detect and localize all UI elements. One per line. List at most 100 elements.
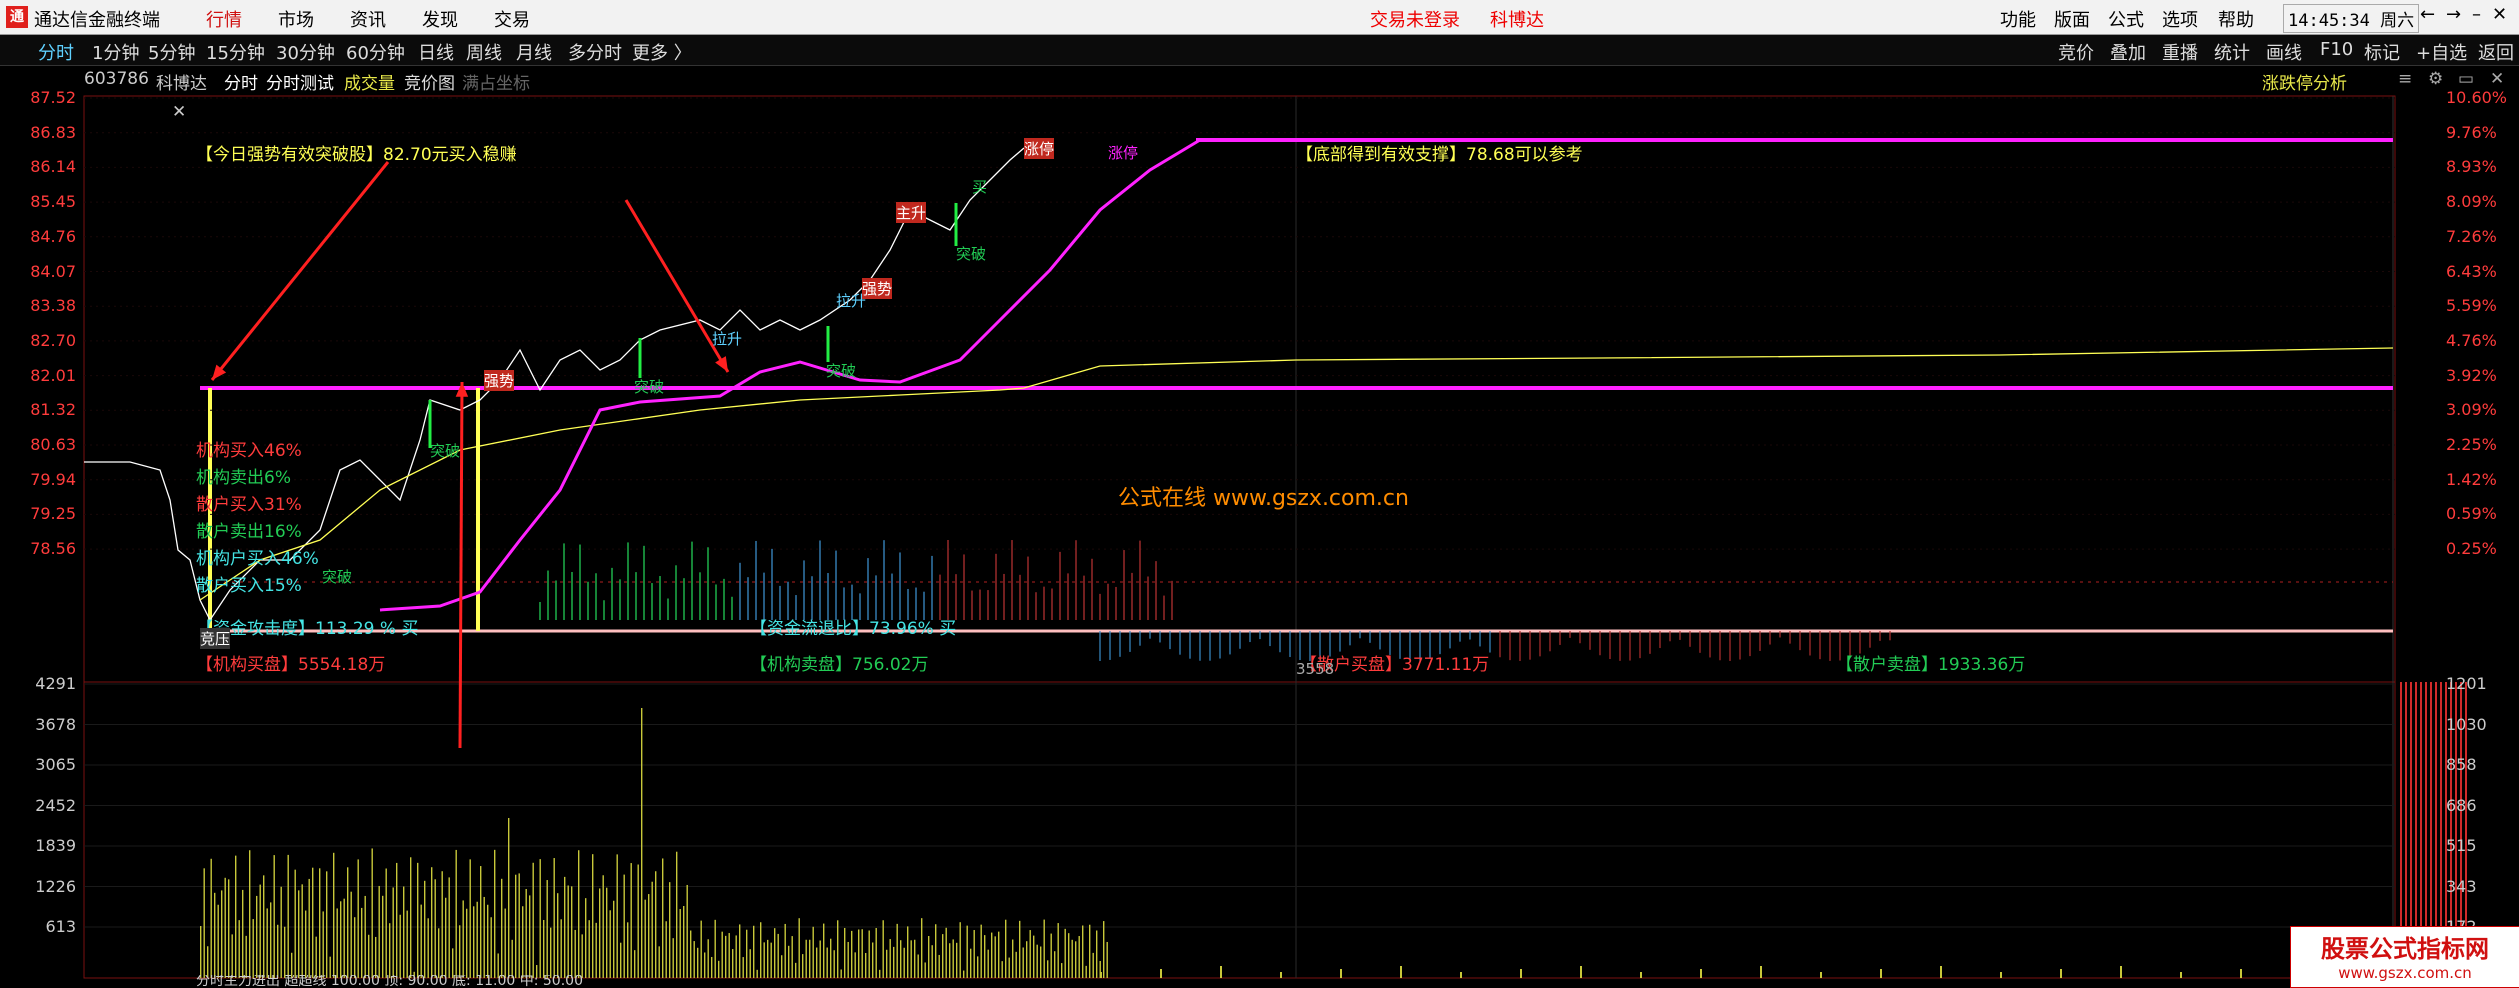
volume-bar — [340, 901, 342, 978]
volume-bar — [399, 914, 401, 978]
inst-net: 机构户买入46% — [196, 549, 319, 569]
volume-bar — [728, 933, 730, 978]
volume-bar — [417, 862, 419, 978]
volume-bar — [1760, 966, 1762, 978]
volume-bar — [560, 919, 562, 978]
volume-bar — [602, 875, 604, 978]
volume-bar — [1520, 969, 1522, 978]
volume-bar — [704, 952, 706, 978]
price-axis-label: 84.76 — [30, 226, 76, 246]
volume-bar — [788, 945, 790, 978]
volume-bar — [956, 942, 958, 978]
volume-bar — [1033, 935, 1035, 978]
volume-bar — [354, 917, 356, 978]
vol-axis-right-label: 515 — [2446, 836, 2477, 855]
volume-bar — [298, 890, 300, 978]
volume-bar — [466, 908, 468, 978]
volume-bar — [844, 927, 846, 978]
volume-bar — [882, 920, 884, 978]
tag-breakout-4: 突破 — [430, 442, 461, 460]
volume-bar — [256, 895, 258, 978]
volume-bar — [1103, 921, 1105, 978]
volume-bar — [270, 902, 272, 978]
inst-sell-amt: 【机构卖盘】756.02万 — [750, 655, 929, 675]
volume-bar — [854, 952, 856, 978]
volume-bar — [774, 928, 776, 978]
vol-axis-right-label: 1201 — [2446, 674, 2487, 693]
volume-bar — [263, 875, 265, 978]
chart-close-icon[interactable]: ✕ — [172, 102, 186, 122]
volume-bar — [966, 925, 968, 978]
volume-bar — [280, 886, 282, 978]
volume-bar — [791, 936, 793, 978]
volume-bar — [231, 934, 233, 978]
pct-axis-label: 3.92% — [2446, 365, 2497, 385]
inst-buy-pct: 机构买入46% — [196, 441, 302, 461]
volume-bar — [952, 939, 954, 978]
inst-sell-pct: 机构卖出6% — [196, 468, 291, 488]
volume-bar — [959, 922, 961, 978]
fund-flow: 【资金流退比】73.96% 买 — [750, 619, 957, 639]
volume-bar — [2060, 969, 2062, 978]
volume-bar — [504, 908, 506, 978]
volume-bar — [725, 935, 727, 978]
volume-bar — [924, 962, 926, 978]
volume-bar — [1005, 919, 1007, 978]
volume-bar — [900, 940, 902, 978]
volume-bar — [858, 929, 860, 978]
tag-strong-2: 强势 — [484, 370, 515, 391]
volume-bar — [763, 942, 765, 978]
volume-bar — [683, 906, 685, 978]
volume-bar — [235, 855, 237, 978]
volume-bar — [434, 879, 436, 978]
volume-bar — [753, 925, 755, 978]
volume-bar — [914, 939, 916, 978]
volume-bar — [1057, 923, 1059, 978]
chart-grid — [84, 97, 2395, 928]
volume-bar — [385, 868, 387, 978]
arrow-up-volume — [458, 381, 464, 749]
volume-bar — [242, 889, 244, 978]
volume-bar — [228, 879, 230, 978]
volume-bar — [406, 910, 408, 978]
corner-logo-url: www.gszx.com.cn — [2338, 964, 2472, 982]
volume-bar — [1940, 966, 1942, 978]
tag-pull: 拉升 — [836, 292, 867, 310]
volume-bar — [336, 908, 338, 978]
volume-bar — [865, 952, 867, 978]
volume-bar — [277, 924, 279, 978]
volume-bar — [903, 947, 905, 978]
pct-axis-label: 8.09% — [2446, 192, 2497, 212]
volume-bar — [511, 939, 513, 978]
volume-bar — [833, 950, 835, 978]
volume-bar — [980, 924, 982, 978]
volume-bar — [1580, 966, 1582, 978]
volume-bar — [658, 946, 660, 978]
price-axis-label: 86.14 — [30, 157, 76, 177]
volume-bar — [816, 947, 818, 978]
volume-bar — [574, 929, 576, 978]
volume-bar — [553, 858, 555, 978]
volume-bar — [459, 925, 461, 978]
volume-bar — [644, 899, 646, 978]
volume-bar — [1078, 936, 1080, 978]
volume-bar — [823, 923, 825, 978]
volume-bar — [364, 895, 366, 978]
volume-bar — [1220, 966, 1222, 978]
volume-bar — [669, 882, 671, 978]
pct-axis-label: 9.76% — [2446, 122, 2497, 142]
volume-bar — [935, 924, 937, 978]
volume-bar — [1019, 920, 1021, 978]
volume-bar — [1008, 957, 1010, 978]
volume-bar — [1012, 939, 1014, 978]
volume-bar — [735, 935, 737, 978]
volume-bar — [308, 878, 310, 978]
price-axis-label: 78.56 — [30, 539, 76, 559]
volume-bar — [963, 970, 965, 978]
volume-bar — [319, 868, 321, 978]
volume-bar — [613, 900, 615, 978]
flow-bars — [539, 540, 1891, 661]
tag-rise: 拉升 — [712, 330, 743, 348]
volume-bar — [301, 884, 303, 978]
vol-axis-left-label: 613 — [45, 917, 76, 936]
